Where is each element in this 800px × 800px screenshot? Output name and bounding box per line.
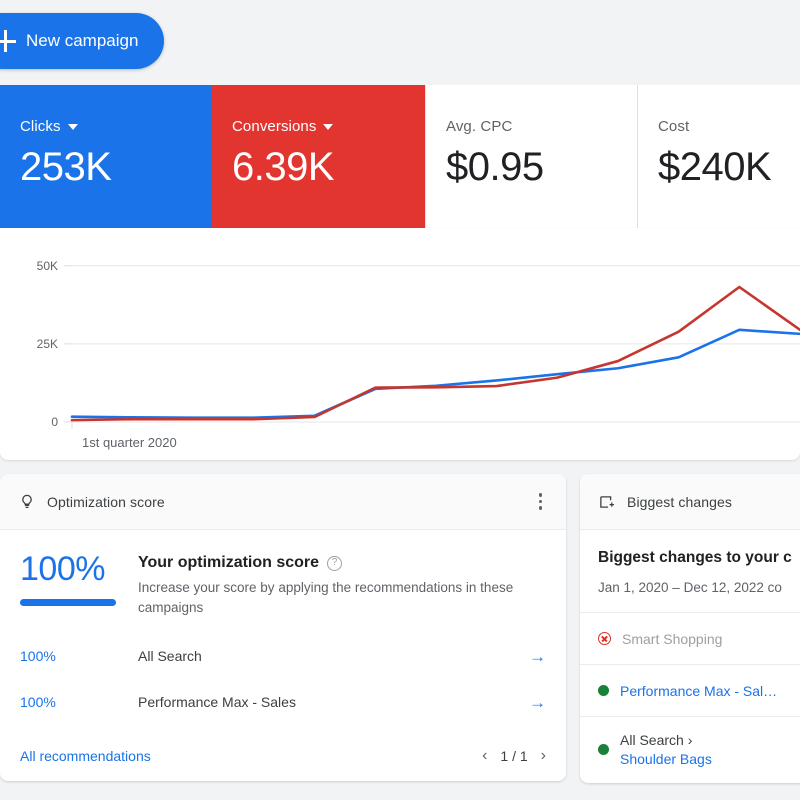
optimization-score-heading-text: Your optimization score: [138, 554, 319, 572]
metric-value-conversions: 6.39K: [232, 145, 425, 190]
arrow-right-icon[interactable]: →: [529, 694, 546, 711]
optimization-score-description: Your optimization score ? Increase your …: [138, 552, 546, 617]
optimization-score-summary: 100%: [20, 552, 138, 617]
performance-line-chart[interactable]: 0 25K 50K 1st quarter 2020: [0, 228, 800, 460]
recommendation-row[interactable]: 100% All Search →: [0, 633, 566, 679]
metric-value-avg-cpc: $0.95: [446, 145, 637, 190]
active-status-icon: [598, 744, 609, 755]
help-circle-icon[interactable]: ?: [327, 556, 342, 571]
change-campaign-name: Performance Max - Sal…: [620, 683, 777, 699]
recommendation-campaign-name: All Search: [138, 648, 529, 664]
performance-chart-card: 0 25K 50K 1st quarter 2020: [0, 228, 800, 460]
biggest-changes-card: Biggest changes Biggest changes to your …: [580, 474, 800, 783]
new-campaign-label: New campaign: [26, 31, 138, 51]
optimization-score-body: 100% Your optimization score ? Increase …: [0, 530, 566, 633]
recommendation-percent: 100%: [20, 648, 138, 664]
chart-series-line-clicks: [72, 330, 800, 418]
optimization-score-value: 100%: [20, 552, 138, 586]
recommendation-percent: 100%: [20, 694, 138, 710]
optimization-score-progress-bar: [20, 599, 116, 606]
chart-y-axis-label: 50K: [37, 259, 58, 273]
chart-y-axis-label: 0: [51, 415, 58, 429]
metric-card-clicks[interactable]: Clicks 253K: [0, 85, 212, 228]
arrow-right-icon[interactable]: →: [529, 648, 546, 665]
lower-cards-row: Optimization score 100% Your optimizatio…: [0, 460, 800, 783]
metric-card-cost[interactable]: Cost $240K: [637, 85, 800, 228]
optimization-card-header: Optimization score: [0, 474, 566, 530]
recommendation-row[interactable]: 100% Performance Max - Sales →: [0, 679, 566, 725]
change-campaign-parent: All Search ›: [620, 732, 692, 748]
change-list-item[interactable]: Performance Max - Sal…: [580, 664, 800, 716]
new-campaign-button[interactable]: New campaign: [0, 13, 164, 69]
optimization-score-card: Optimization score 100% Your optimizatio…: [0, 474, 566, 781]
optimization-score-heading: Your optimization score ?: [138, 554, 546, 572]
metric-value-cost: $240K: [658, 145, 800, 190]
optimization-card-footer: All recommendations ‹ 1 / 1 ›: [0, 731, 566, 781]
change-campaign-child: Shoulder Bags: [620, 751, 712, 767]
metric-label-conversions: Conversions: [232, 118, 425, 135]
top-toolbar: New campaign: [0, 0, 800, 85]
kebab-menu-icon[interactable]: [533, 487, 549, 516]
chart-x-axis-label: 1st quarter 2020: [82, 435, 177, 450]
optimization-score-subtitle: Increase your score by applying the reco…: [138, 578, 546, 617]
recommendation-campaign-name: Performance Max - Sales: [138, 694, 529, 710]
change-campaign-name: Smart Shopping: [622, 631, 722, 647]
chart-y-axis-label: 25K: [37, 337, 58, 351]
biggest-changes-date-range: Jan 1, 2020 – Dec 12, 2022 co: [598, 580, 796, 595]
metric-label-cost: Cost: [658, 118, 800, 135]
plus-icon: [0, 30, 16, 52]
chevron-down-icon[interactable]: [68, 124, 78, 130]
change-list-item[interactable]: All Search › Shoulder Bags: [580, 716, 800, 783]
change-list-item[interactable]: Smart Shopping: [580, 612, 800, 664]
biggest-changes-header: Biggest changes: [580, 474, 800, 530]
biggest-changes-body: Biggest changes to your c Jan 1, 2020 – …: [580, 530, 800, 612]
optimization-card-title: Optimization score: [47, 494, 165, 510]
change-campaign-breadcrumb: All Search › Shoulder Bags: [620, 731, 712, 769]
biggest-changes-heading: Biggest changes to your c: [598, 549, 796, 567]
chevron-down-icon[interactable]: [323, 124, 333, 130]
biggest-changes-title: Biggest changes: [627, 494, 732, 510]
new-window-plus-icon: [598, 493, 616, 511]
chevron-left-icon[interactable]: ‹: [482, 747, 487, 765]
chevron-right-icon[interactable]: ›: [541, 747, 546, 765]
metric-label-avg-cpc: Avg. CPC: [446, 118, 637, 135]
chart-series-line-conversions: [72, 287, 800, 420]
active-status-icon: [598, 685, 609, 696]
metric-card-avg-cpc[interactable]: Avg. CPC $0.95: [425, 85, 637, 228]
metric-card-conversions[interactable]: Conversions 6.39K: [212, 85, 425, 228]
pagination-control: ‹ 1 / 1 ›: [482, 747, 546, 765]
lightbulb-icon: [18, 493, 36, 511]
metric-value-clicks: 253K: [20, 145, 212, 190]
metric-summary-strip: Clicks 253K Conversions 6.39K Avg. CPC $…: [0, 85, 800, 228]
pagination-label: 1 / 1: [500, 748, 527, 764]
removed-status-icon: [598, 632, 611, 645]
metric-label-clicks: Clicks: [20, 118, 212, 135]
all-recommendations-link[interactable]: All recommendations: [20, 748, 151, 764]
